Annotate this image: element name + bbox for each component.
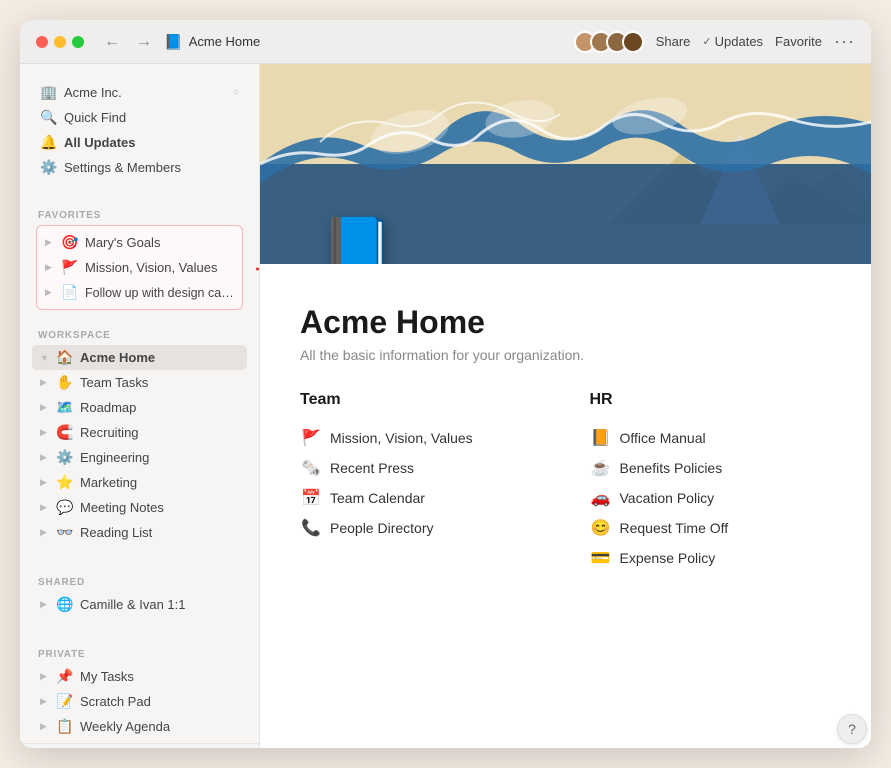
mission-icon: 🚩	[300, 428, 322, 448]
chevron-icon: ▶	[40, 452, 50, 463]
benefits-icon: ☕	[590, 458, 612, 478]
favorites-section: FAVORITES ▶ 🎯 Mary's Goals ▶ 🚩 Mission, …	[20, 194, 259, 314]
page-title-bar: 📘 Acme Home	[164, 33, 260, 51]
all-updates[interactable]: 🔔 All Updates	[32, 130, 247, 155]
quick-find[interactable]: 🔍 Quick Find	[32, 105, 247, 130]
page-title-label: Acme Home	[189, 34, 261, 49]
sidebar-item-followup[interactable]: ▶ 📄 Follow up with design can...	[37, 280, 242, 305]
minimize-button[interactable]	[54, 36, 66, 48]
page-icon: 📘	[164, 33, 183, 51]
chevron-icon: ▶	[40, 721, 50, 732]
sidebar-bottom: ⬇ Import 🗑️ Trash + New Page	[20, 743, 259, 748]
content-columns: Team 🚩 Mission, Vision, Values 🗞️ Recent…	[300, 391, 831, 573]
vacation-icon: 🚗	[590, 488, 612, 508]
sidebar-item-roadmap[interactable]: ▶ 🗺️ Roadmap	[32, 395, 247, 420]
directory-icon: 📞	[300, 518, 322, 538]
sidebar-item-recruiting[interactable]: ▶ 🧲 Recruiting	[32, 420, 247, 445]
sidebar-item-marketing[interactable]: ▶ ⭐ Marketing	[32, 470, 247, 495]
main-content: 🏢 Acme Inc. ○ 🔍 Quick Find 🔔 All Updates…	[20, 64, 871, 748]
page-subtitle: All the basic information for your organ…	[300, 347, 831, 363]
office-manual-icon: 📙	[590, 428, 612, 448]
link-expense[interactable]: 💳 Expense Policy	[590, 543, 832, 573]
team-column: Team 🚩 Mission, Vision, Values 🗞️ Recent…	[300, 391, 542, 573]
link-recent-press[interactable]: 🗞️ Recent Press	[300, 453, 542, 483]
titlebar-actions: Share ✓ Updates Favorite ···	[574, 31, 855, 53]
shared-label: SHARED	[32, 577, 247, 588]
favorite-button[interactable]: Favorite	[775, 34, 822, 49]
content-area: 📘 Acme Home All the basic information fo…	[260, 64, 871, 748]
recent-press-icon: 🗞️	[300, 458, 322, 478]
chevron-icon: ▶	[40, 599, 50, 610]
sidebar-item-team-tasks[interactable]: ▶ ✋ Team Tasks	[32, 370, 247, 395]
avatar-4	[622, 31, 644, 53]
favorites-box: ▶ 🎯 Mary's Goals ▶ 🚩 Mission, Vision, Va…	[36, 225, 243, 310]
chevron-icon: ▶	[40, 427, 50, 438]
content-body: Acme Home All the basic information for …	[260, 264, 871, 748]
chevron-icon: ▶	[40, 377, 50, 388]
link-office-manual[interactable]: 📙 Office Manual	[590, 423, 832, 453]
sidebar-item-reading-list[interactable]: ▶ 👓 Reading List	[32, 520, 247, 545]
updates-button[interactable]: ✓ Updates	[702, 34, 763, 49]
titlebar: ← → 📘 Acme Home Share ✓ Updates Favorite…	[20, 20, 871, 64]
traffic-lights	[36, 36, 84, 48]
link-team-calendar[interactable]: 📅 Team Calendar	[300, 483, 542, 513]
private-section: PRIVATE ▶ 📌 My Tasks ▶ 📝 Scratch Pad ▶ 📋…	[20, 633, 259, 743]
chevron-icon: ▶	[45, 262, 55, 273]
expense-icon: 💳	[590, 548, 612, 568]
sidebar-item-my-tasks[interactable]: ▶ 📌 My Tasks	[32, 664, 247, 689]
sidebar-item-meeting-notes[interactable]: ▶ 💬 Meeting Notes	[32, 495, 247, 520]
chevron-icon: ▶	[45, 287, 55, 298]
sidebar-item-scratch-pad[interactable]: ▶ 📝 Scratch Pad	[32, 689, 247, 714]
hr-header: HR	[590, 391, 832, 409]
sidebar-item-marys-goals[interactable]: ▶ 🎯 Mary's Goals	[37, 230, 242, 255]
time-off-icon: 😊	[590, 518, 612, 538]
calendar-icon: 📅	[300, 488, 322, 508]
private-label: PRIVATE	[32, 649, 247, 660]
book-icon: 📘	[320, 213, 395, 264]
link-vacation[interactable]: 🚗 Vacation Policy	[590, 483, 832, 513]
chevron-icon: ▶	[40, 696, 50, 707]
close-button[interactable]	[36, 36, 48, 48]
more-options-button[interactable]: ···	[834, 31, 855, 52]
hr-column: HR 📙 Office Manual ☕ Benefits Policies 🚗…	[590, 391, 832, 573]
link-mission[interactable]: 🚩 Mission, Vision, Values	[300, 423, 542, 453]
cover-image: 📘	[260, 64, 871, 264]
sidebar-item-mission[interactable]: ▶ 🚩 Mission, Vision, Values	[37, 255, 242, 280]
workspace-name[interactable]: 🏢 Acme Inc. ○	[32, 80, 247, 105]
collaborator-avatars	[574, 31, 644, 53]
back-button[interactable]: ←	[100, 31, 124, 53]
chevron-icon: ▶	[40, 402, 50, 413]
shared-section: SHARED ▶ 🌐 Camille & Ivan 1:1	[20, 561, 259, 621]
chevron-icon: ▶	[45, 237, 55, 248]
sidebar: 🏢 Acme Inc. ○ 🔍 Quick Find 🔔 All Updates…	[20, 64, 260, 748]
help-button[interactable]: ?	[837, 714, 867, 744]
maximize-button[interactable]	[72, 36, 84, 48]
chevron-icon: ▼	[40, 353, 50, 363]
share-button[interactable]: Share	[656, 34, 691, 49]
forward-button[interactable]: →	[132, 31, 156, 53]
chevron-icon: ▶	[40, 477, 50, 488]
workspace-label: WORKSPACE	[32, 330, 247, 341]
link-time-off[interactable]: 😊 Request Time Off	[590, 513, 832, 543]
chevron-icon: ▶	[40, 502, 50, 513]
link-benefits[interactable]: ☕ Benefits Policies	[590, 453, 832, 483]
sidebar-item-acme-home[interactable]: ▼ 🏠 Acme Home	[32, 345, 247, 370]
chevron-icon: ▶	[40, 527, 50, 538]
sidebar-item-weekly-agenda[interactable]: ▶ 📋 Weekly Agenda	[32, 714, 247, 739]
workspace-section: WORKSPACE ▼ 🏠 Acme Home ▶ ✋ Team Tasks ▶…	[20, 314, 259, 549]
sidebar-item-engineering[interactable]: ▶ ⚙️ Engineering	[32, 445, 247, 470]
chevron-icon: ▶	[40, 671, 50, 682]
link-people-directory[interactable]: 📞 People Directory	[300, 513, 542, 543]
settings-members[interactable]: ⚙️ Settings & Members	[32, 155, 247, 180]
sidebar-item-camille-ivan[interactable]: ▶ 🌐 Camille & Ivan 1:1	[32, 592, 247, 617]
favorites-label: FAVORITES	[32, 210, 247, 221]
team-header: Team	[300, 391, 542, 409]
page-title: Acme Home	[300, 304, 831, 341]
